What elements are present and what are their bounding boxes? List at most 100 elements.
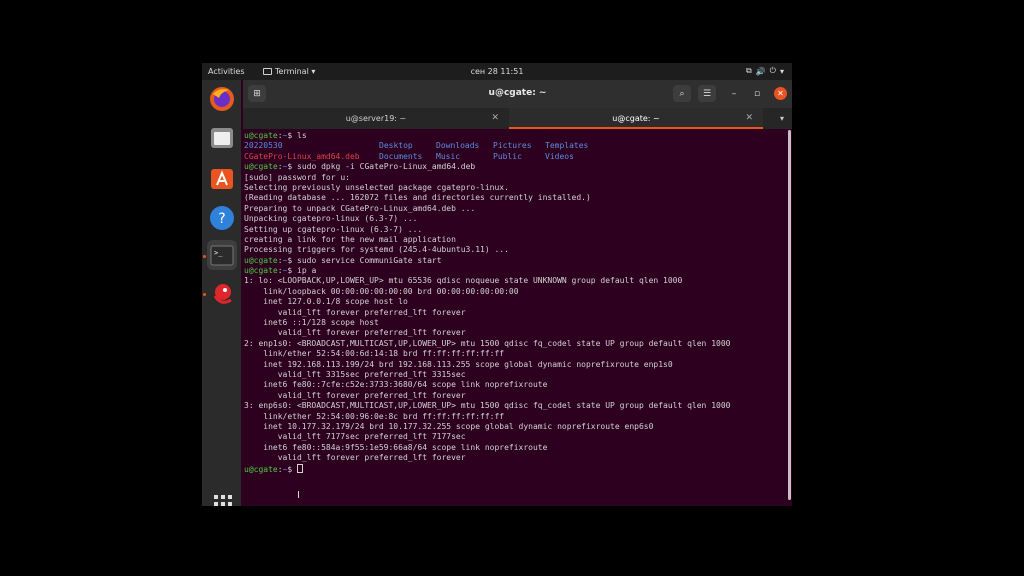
- output-text: [sudo] password for u:: [244, 172, 350, 182]
- terminal-line: Setting up cgatepro-linux (6.3-7) ...: [244, 225, 788, 235]
- terminal-line: CGatePro-Linux_amd64.deb Documents Music Pu…: [244, 152, 788, 162]
- output-text: link/ether 52:54:00:96:0e:8c brd ff:ff:f…: [244, 411, 505, 421]
- help-icon: ?: [210, 206, 234, 230]
- terminal-line: Selecting previously unselected package …: [244, 183, 788, 193]
- top-bar: Activities Terminal ▾ сен 28 11:51 ⧉ 🔊 ⏻…: [202, 63, 792, 80]
- ls-entry: Public: [493, 151, 522, 161]
- minimize-icon: –: [731, 88, 737, 99]
- output-text: Selecting previously unselected package …: [244, 182, 509, 192]
- output-text: Processing triggers for systemd (245.4-4…: [244, 245, 509, 255]
- svg-text:>_: >_: [214, 249, 223, 257]
- terminal-line: inet 10.177.32.179/24 brd 10.177.32.255 …: [244, 422, 788, 432]
- scrollbar[interactable]: [788, 130, 791, 500]
- search-icon: ⌕: [679, 88, 685, 99]
- terminal-line: valid_lft forever preferred_lft forever: [244, 453, 788, 463]
- command-text: sudo service CommuniGate start: [292, 255, 442, 265]
- dock-terminal[interactable]: >_: [207, 240, 237, 270]
- running-indicator: [203, 293, 206, 296]
- terminal-line: Unpacking cgatepro-linux (6.3-7) ...: [244, 214, 788, 224]
- output-text: Preparing to unpack CGatePro-Linux_amd64…: [244, 203, 476, 213]
- tab-label: u@cgate: ~: [612, 114, 660, 123]
- activities-button[interactable]: Activities: [208, 67, 245, 76]
- command-text: ip a: [292, 266, 317, 276]
- ls-entry: Videos: [545, 151, 574, 161]
- terminal-line: 20220530 Desktop Downloads Pictures Template…: [244, 141, 788, 151]
- output-text: valid_lft forever preferred_lft forever: [244, 307, 466, 317]
- tab-bar: u@server19: ~ ✕ u@cgate: ~ ✕ ▾: [243, 108, 792, 129]
- tab-menu-chevron-icon[interactable]: ▾: [780, 114, 784, 123]
- output-text: inet 127.0.0.1/8 scope host lo: [244, 297, 408, 307]
- maximize-button[interactable]: ▫: [748, 85, 766, 102]
- show-apps-icon[interactable]: [214, 495, 232, 506]
- terminal-line: inet6 fe80::7cfe:c52e:3733:3680/64 scope…: [244, 380, 788, 390]
- output-text: valid_lft 7177sec preferred_lft 7177sec: [244, 432, 466, 442]
- terminal-line: u@cgate:~$: [244, 463, 788, 474]
- output-text: valid_lft 3315sec preferred_lft 3315sec: [244, 369, 466, 379]
- new-tab-icon: ⊞: [253, 88, 261, 99]
- software-icon: [211, 169, 233, 189]
- output-text: valid_lft forever preferred_lft forever: [244, 453, 466, 463]
- command-text: ls: [292, 131, 307, 140]
- output-text: link/loopback 00:00:00:00:00:00 brd 00:0…: [244, 286, 519, 296]
- output-text: link/ether 52:54:00:6d:14:18 brd ff:ff:f…: [244, 349, 505, 359]
- minimize-button[interactable]: –: [725, 85, 743, 102]
- output-text: Setting up cgatepro-linux (6.3-7) ...: [244, 224, 423, 234]
- prompt-user: u@cgate: [244, 464, 278, 474]
- dock-files[interactable]: [207, 123, 237, 153]
- terminal-output[interactable]: u@cgate:~$ ls 20220530 Desktop Downloads Pic…: [243, 129, 788, 506]
- terminal-line: u@cgate:~$ sudo dpkg -i CGatePro-Linux_a…: [244, 162, 788, 172]
- output-text: inet6 fe80::584a:9f55:1e59:66a8/64 scope…: [244, 442, 548, 452]
- menu-button[interactable]: ☰: [698, 85, 716, 102]
- tab-label: u@server19: ~: [345, 114, 407, 123]
- prompt-user: u@cgate: [244, 162, 278, 172]
- terminal-line: u@cgate:~$ sudo service CommuniGate star…: [244, 256, 788, 266]
- tab-cgate[interactable]: u@cgate: ~ ✕: [509, 108, 763, 129]
- dock-software[interactable]: [207, 163, 237, 193]
- terminal-line: 1: lo: <LOOPBACK,UP,LOWER_UP> mtu 65536 …: [244, 276, 788, 286]
- dock-help[interactable]: ?: [207, 203, 237, 233]
- volume-icon: 🔊: [755, 66, 766, 76]
- terminal-line: valid_lft forever preferred_lft forever: [244, 308, 788, 318]
- text-cursor: [297, 463, 304, 473]
- terminal-line: link/loopback 00:00:00:00:00:00 brd 00:0…: [244, 287, 788, 297]
- dock-firefox[interactable]: [207, 84, 237, 114]
- output-text: valid_lft forever preferred_lft forever: [244, 390, 466, 400]
- prompt-user: u@cgate: [244, 255, 278, 265]
- terminal-line: u@cgate:~$ ip a: [244, 266, 788, 276]
- output-text: creating a link for the new mail applica…: [244, 234, 456, 244]
- output-text: inet 10.177.32.179/24 brd 10.177.32.255 …: [244, 421, 654, 431]
- firefox-icon: [210, 87, 234, 111]
- system-tray[interactable]: ⧉ 🔊 ⏻ ▾: [746, 66, 784, 76]
- terminal-line: inet6 fe80::584a:9f55:1e59:66a8/64 scope…: [244, 443, 788, 453]
- terminal-line: inet 192.168.113.199/24 brd 192.168.113.…: [244, 360, 788, 370]
- prompt-user: u@cgate: [244, 131, 278, 140]
- terminal-line: link/ether 52:54:00:96:0e:8c brd ff:ff:f…: [244, 412, 788, 422]
- terminal-line: valid_lft forever preferred_lft forever: [244, 328, 788, 338]
- ls-entry: CGatePro-Linux_amd64.deb: [244, 151, 360, 161]
- close-button[interactable]: ✕: [774, 87, 787, 100]
- dock-communigate[interactable]: [207, 278, 237, 308]
- prompt-user: u@cgate: [244, 266, 278, 276]
- close-icon[interactable]: ✕: [491, 113, 499, 123]
- output-text: 2: enp1s0: <BROADCAST,MULTICAST,UP,LOWER…: [244, 338, 731, 348]
- terminal-line: 2: enp1s0: <BROADCAST,MULTICAST,UP,LOWER…: [244, 339, 788, 349]
- running-indicator: [203, 255, 206, 258]
- output-text: inet 192.168.113.199/24 brd 192.168.113.…: [244, 359, 673, 369]
- terminal-line: (Reading database ... 162072 files and d…: [244, 193, 788, 203]
- output-text: Unpacking cgatepro-linux (6.3-7) ...: [244, 214, 418, 224]
- ls-entry: 20220530: [244, 141, 283, 151]
- power-icon: ⏻: [769, 66, 776, 75]
- new-tab-button[interactable]: ⊞: [248, 85, 266, 102]
- close-icon[interactable]: ✕: [745, 113, 753, 123]
- window-header: ⊞ u@cgate: ~ ⌕ ☰ – ▫ ✕: [243, 80, 792, 108]
- terminal-line: 3: enp6s0: <BROADCAST,MULTICAST,UP,LOWER…: [244, 401, 788, 411]
- terminal-line: Preparing to unpack CGatePro-Linux_amd64…: [244, 204, 788, 214]
- tab-server19[interactable]: u@server19: ~ ✕: [243, 108, 509, 129]
- terminal-line: Processing triggers for systemd (245.4-4…: [244, 245, 788, 255]
- app-menu[interactable]: Terminal ▾: [263, 67, 315, 76]
- terminal-line: valid_lft forever preferred_lft forever: [244, 391, 788, 401]
- command-text: sudo dpkg -i CGatePro-Linux_amd64.deb: [292, 162, 476, 172]
- hamburger-icon: ☰: [702, 88, 712, 99]
- search-button[interactable]: ⌕: [673, 85, 691, 102]
- ls-entry: Music: [436, 151, 461, 161]
